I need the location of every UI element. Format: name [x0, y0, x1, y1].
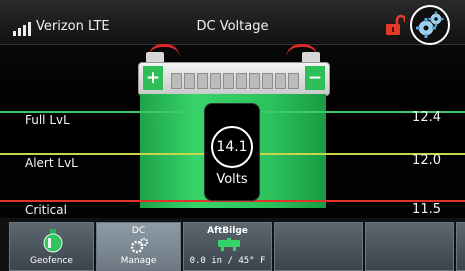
tab-geofence-label: Geofence [30, 256, 73, 266]
dc-manage-gears-icon [131, 238, 149, 254]
tab-empty-2[interactable] [365, 222, 454, 271]
critical-level-value: 11.5 [412, 202, 441, 217]
voltage-value: 14.1 [211, 126, 253, 168]
tab-dc-manage-top: DC [131, 226, 146, 236]
full-level-label: Full LvL [25, 113, 70, 127]
tab-empty-1[interactable] [274, 222, 363, 271]
negative-sign: − [305, 66, 325, 90]
unlocked-padlock-icon[interactable] [385, 14, 407, 36]
voltage-unit: Volts [216, 172, 248, 187]
battery-top: + − [138, 62, 330, 96]
voltage-readout: 14.1 Volts [204, 103, 260, 201]
bottom-tab-bar: Geofence DC Manage AftBilge 0.0 in / 45°… [0, 218, 465, 271]
geofence-buoy-icon [43, 229, 63, 253]
critical-level-label: Critical [25, 203, 67, 217]
alert-level-value: 12.0 [412, 153, 441, 168]
alert-level-label: Alert LvL [25, 156, 78, 170]
tab-geofence[interactable]: Geofence [9, 222, 94, 271]
tab-dc-manage-label: Manage [120, 256, 157, 266]
dc-voltage-screen: Verizon LTE DC Voltage + − Full LvL 12.4… [0, 0, 465, 271]
bilge-pump-icon [218, 238, 240, 251]
top-status-bar: Verizon LTE DC Voltage [0, 0, 465, 45]
settings-gear-icon[interactable] [410, 5, 450, 45]
full-level-value: 12.4 [412, 110, 441, 125]
tab-aft-bilge-label: 0.0 in / 45° F [189, 256, 266, 266]
tab-dc-manage[interactable]: DC Manage [96, 222, 181, 271]
tab-aft-bilge[interactable]: AftBilge 0.0 in / 45° F [183, 222, 272, 271]
tab-empty-3[interactable] [456, 222, 465, 271]
tab-aft-bilge-top: AftBilge [207, 226, 248, 236]
positive-sign: + [143, 66, 163, 90]
